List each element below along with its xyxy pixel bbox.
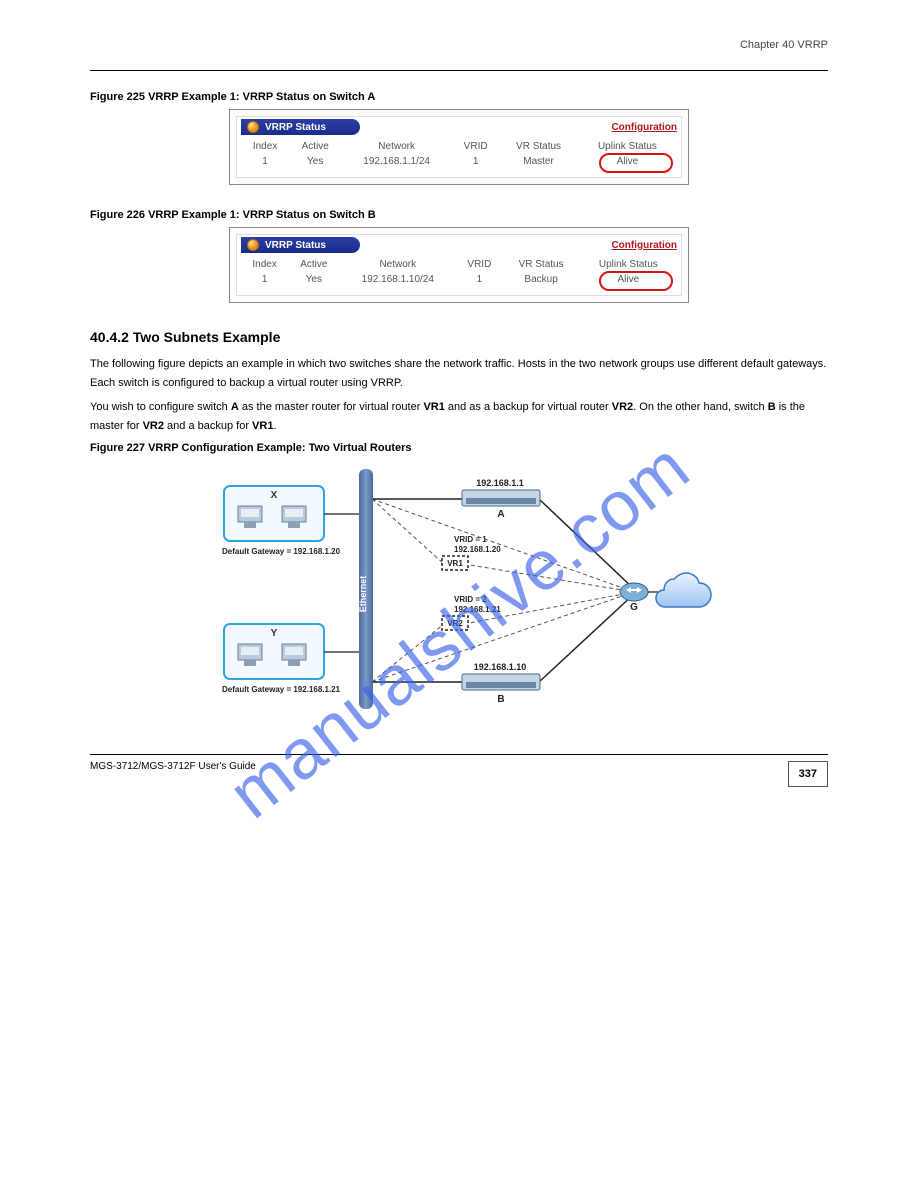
p2-frag: . (273, 420, 276, 432)
page-number: 337 (788, 761, 828, 787)
p2-bold-vr1b: VR1 (252, 420, 273, 432)
network-diagram: X Default Gateway = 192.168.1.20 Y Defau… (204, 464, 714, 714)
cloud-icon (656, 573, 711, 607)
col-vrid: VRID (456, 257, 502, 272)
cell-network: 192.168.1.10/24 (339, 272, 456, 287)
section-paragraph-1: The following figure depicts an example … (90, 355, 828, 392)
col-index: Index (241, 257, 288, 272)
cell-network: 192.168.1.1/24 (341, 154, 452, 169)
panel-title-text-a: VRRP Status (265, 122, 326, 133)
switch-a-ip: 192.168.1.1 (476, 478, 524, 488)
table-header-row: Index Active Network VRID VR Status Upli… (241, 257, 677, 272)
col-index: Index (241, 139, 289, 154)
p2-frag: and as a backup for virtual router (445, 401, 612, 413)
panel-title-text-b: VRRP Status (265, 240, 326, 251)
table-header-row: Index Active Network VRID VR Status Upli… (241, 139, 677, 154)
panel-title-b: VRRP Status (241, 237, 360, 253)
vr2-vrid: VRID = 2 (454, 595, 487, 604)
orb-icon (247, 239, 259, 251)
p2-bold-a: A (231, 401, 239, 413)
vr2-ip: 192.168.1.21 (454, 605, 501, 614)
x-label: X (271, 490, 278, 501)
y-label: Y (271, 628, 278, 639)
vr2-box-label: VR2 (447, 619, 463, 628)
p2-frag: You wish to configure switch (90, 401, 231, 413)
highlight-oval-b (599, 271, 673, 291)
p2-bold-vr1: VR1 (423, 401, 444, 413)
configuration-link-b[interactable]: Configuration (611, 240, 677, 251)
cell-vrid: 1 (456, 272, 502, 287)
p2-frag: as the master router for virtual router (239, 401, 424, 413)
p2-bold-vr2: VR2 (612, 401, 633, 413)
switch-a-label: A (497, 509, 504, 520)
footer-guide: MGS-3712/MGS-3712F User's Guide (90, 761, 256, 772)
col-uplink: Uplink Status (578, 139, 677, 154)
cell-vrstatus: Master (499, 154, 578, 169)
p2-bold-b: B (768, 401, 776, 413)
cell-active: Yes (288, 272, 339, 287)
p2-frag: . On the other hand, switch (633, 401, 768, 413)
switch-b-label: B (497, 694, 504, 705)
highlight-oval-a (599, 153, 673, 173)
col-vrstatus: VR Status (503, 257, 580, 272)
chapter-label: Chapter 40 VRRP (90, 39, 828, 51)
col-vrstatus: VR Status (499, 139, 578, 154)
vrrp-status-panel-b: VRRP Status Configuration Index Active N… (229, 227, 689, 303)
vr1-ip: 192.168.1.20 (454, 545, 501, 554)
figure-227-label: Figure 227 VRRP Configuration Example: T… (90, 442, 828, 454)
col-network: Network (339, 257, 456, 272)
figure-225-label: Figure 225 VRRP Example 1: VRRP Status o… (90, 91, 828, 103)
vr1-vrid: VRID = 1 (454, 535, 487, 544)
ethernet-label: Ethernet (358, 575, 368, 612)
section-heading: 40.4.2 Two Subnets Example (90, 329, 828, 345)
col-active: Active (288, 257, 339, 272)
cell-index: 1 (241, 154, 289, 169)
col-active: Active (289, 139, 341, 154)
figure-226-label: Figure 226 VRRP Example 1: VRRP Status o… (90, 209, 828, 221)
p2-bold-vr2b: VR2 (143, 420, 164, 432)
switch-b-ip: 192.168.1.10 (474, 662, 527, 672)
orb-icon (247, 121, 259, 133)
vr1-box-label: VR1 (447, 559, 463, 568)
p2-frag: and a backup for (164, 420, 252, 432)
configuration-link-a[interactable]: Configuration (611, 122, 677, 133)
col-uplink: Uplink Status (580, 257, 677, 272)
cell-vrstatus: Backup (503, 272, 580, 287)
panel-title-a: VRRP Status (241, 119, 360, 135)
cell-index: 1 (241, 272, 288, 287)
router-g-label: G (630, 602, 638, 613)
col-vrid: VRID (452, 139, 499, 154)
cell-vrid: 1 (452, 154, 499, 169)
col-network: Network (341, 139, 452, 154)
gw-y-text: Default Gateway = 192.168.1.21 (222, 685, 341, 694)
cell-active: Yes (289, 154, 341, 169)
gw-x-text: Default Gateway = 192.168.1.20 (222, 547, 341, 556)
section-paragraph-2: You wish to configure switch A as the ma… (90, 398, 828, 435)
vrrp-status-panel-a: VRRP Status Configuration Index Active N… (229, 109, 689, 185)
